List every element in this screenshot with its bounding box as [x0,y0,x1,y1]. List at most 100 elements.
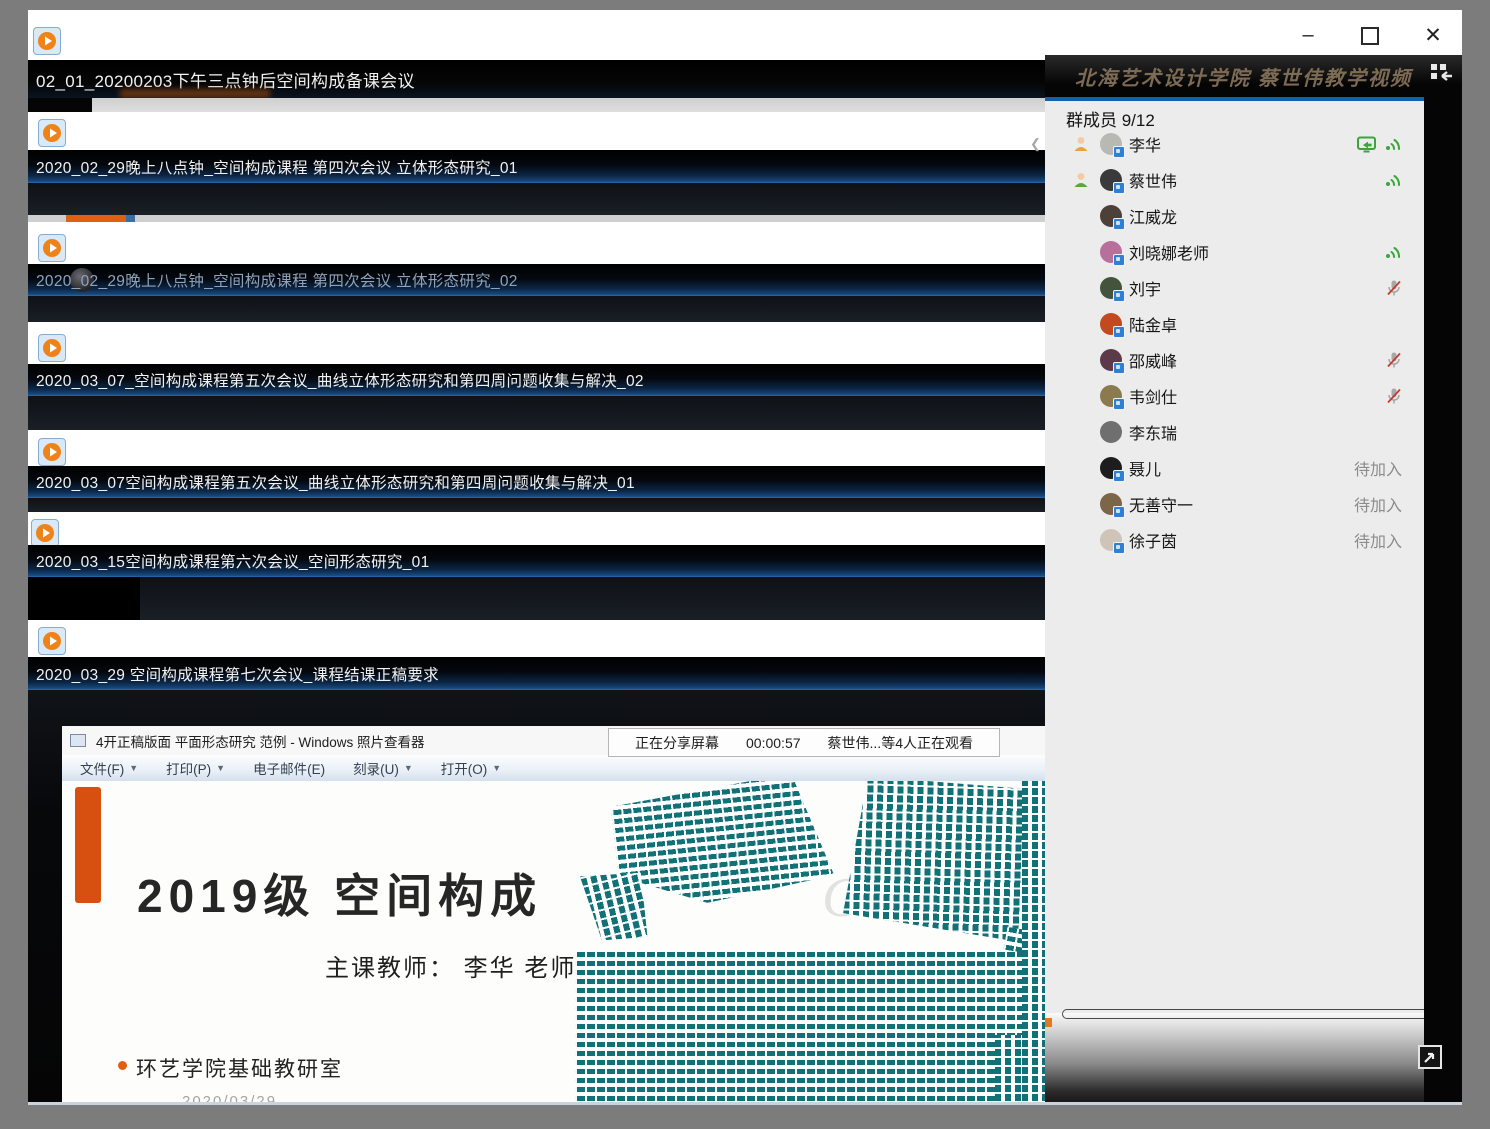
member-row[interactable]: 韦剑仕 [1045,378,1424,414]
member-row[interactable]: 陆金卓 [1045,306,1424,342]
play-icon[interactable] [33,27,61,55]
video-title: 2020_03_29 空间构成课程第七次会议_课程结课正稿要求 [36,663,439,685]
share-timer: 00:00:57 [746,735,801,751]
online-badge [1113,182,1125,194]
member-count-header: 群成员 9/12 [1045,101,1424,126]
map-graphic [1022,781,1045,1103]
play-icon[interactable] [38,438,66,466]
play-icon[interactable] [31,519,59,547]
share-status-label: 正在分享屏幕 [635,733,719,753]
play-glyph-icon [42,338,62,358]
play-icon[interactable] [38,234,66,262]
member-name: 聂儿 [1129,456,1161,480]
member-row[interactable]: 徐子茵 待加入 [1045,522,1424,558]
panel-right-strip [1424,97,1462,1105]
expand-window-icon[interactable] [1418,1045,1442,1069]
play-glyph-icon [42,238,62,258]
audio-on-icon[interactable] [1384,243,1402,261]
member-name: 刘宇 [1129,276,1161,300]
member-name: 蔡世伟 [1129,168,1177,192]
chevron-down-icon: ▼ [404,763,413,773]
video-title: 2020_02_29晚上八点钟_空间构成课程 第四次会议 立体形态研究_01 [36,156,518,178]
avatar [1100,457,1122,479]
online-badge [1113,362,1125,374]
video-frame-smudge [120,89,270,98]
video-title: 2020_03_15空间构成课程第六次会议_空间形态研究_01 [36,550,430,572]
video-window-titlebar[interactable]: 2020_02_29晚上八点钟_空间构成课程 第四次会议 立体形态研究_02 [28,264,1053,296]
member-row[interactable]: 江威龙 [1045,198,1424,234]
video-window-titlebar[interactable]: 2020_03_07空间构成课程第五次会议_曲线立体形态研究和第四周问题收集与解… [28,466,1053,498]
video-area [28,498,1045,512]
menu-burn[interactable]: 刻录(U) ▼ [353,758,413,778]
online-badge [1113,254,1125,266]
slide-bullet-text: 环艺学院基础教研室 [136,1053,343,1083]
play-icon[interactable] [38,627,66,655]
menu-print[interactable]: 打印(P) ▼ [166,758,225,778]
member-name: 陆金卓 [1129,312,1177,336]
avatar [1100,421,1122,443]
avatar [1100,313,1122,335]
member-list-panel: 群成员 9/12 李华 蔡世伟 [1045,101,1424,1013]
panel-orange-marker [1045,1018,1052,1027]
video-window-titlebar[interactable]: 02_01_20200203下午三点钟后空间构成备课会议 [28,60,1053,98]
menu-file[interactable]: 文件(F) ▼ [80,758,138,778]
video-window-titlebar[interactable]: 2020_03_15空间构成课程第六次会议_空间形态研究_01 [28,545,1053,577]
screen-share-status-bar: 正在分享屏幕 00:00:57 蔡世伟...等4人正在观看 [608,728,1000,757]
mic-muted-icon[interactable] [1386,279,1402,297]
player-seek-bar[interactable] [1062,1009,1453,1019]
member-name: 刘晓娜老师 [1129,240,1209,264]
video-progress-bar[interactable] [28,215,1045,222]
member-name: 无善守一 [1129,492,1193,516]
panel-collapse-arrow-icon[interactable]: ❮ [1030,136,1041,152]
member-name: 邵威峰 [1129,348,1177,372]
panel-footer [1045,1013,1424,1105]
member-name: 李东瑞 [1129,420,1177,444]
video-window-titlebar[interactable]: 2020_02_29晚上八点钟_空间构成课程 第四次会议 立体形态研究_01 [28,150,1053,183]
minimize-button[interactable]: – [1292,24,1324,46]
window-bottom-edge [28,1102,1462,1105]
member-row[interactable]: 刘宇 [1045,270,1424,306]
play-icon[interactable] [38,119,66,147]
member-row[interactable]: 邵威峰 [1045,342,1424,378]
slide-teacher: 主课教师： 李华 老师 [325,948,576,983]
video-title: 2020_03_07空间构成课程第五次会议_曲线立体形态研究和第四周问题收集与解… [36,471,635,493]
progress-played-segment [66,215,126,222]
member-row[interactable]: 李华 [1045,126,1424,162]
map-graphic [575,952,1045,1103]
slide-accent-bar [75,787,101,903]
video-title: 2020_03_07_空间构成课程第五次会议_曲线立体形态研究和第四周问题收集与… [36,369,644,391]
close-button[interactable]: ✕ [1420,22,1446,48]
screen-share-icon[interactable] [1357,136,1378,153]
video-title: 02_01_20200203下午三点钟后空间构成备课会议 [36,67,415,92]
online-badge [1113,218,1125,230]
video-window-titlebar[interactable]: 2020_03_29 空间构成课程第七次会议_课程结课正稿要求 [28,657,1053,690]
audio-on-icon[interactable] [1384,171,1402,189]
online-badge [1113,326,1125,338]
chevron-down-icon: ▼ [129,763,138,773]
mic-muted-icon[interactable] [1386,387,1402,405]
menu-open[interactable]: 打开(O) ▼ [441,758,501,778]
mic-muted-icon[interactable] [1386,351,1402,369]
video-area [28,183,1045,215]
chevron-down-icon: ▼ [216,763,225,773]
progress-handle[interactable] [126,215,135,222]
audio-on-icon[interactable] [1384,135,1402,153]
video-watermark-text: 北海艺术设计学院 蔡世伟教学视频 [1075,62,1412,91]
member-name: 韦剑仕 [1129,384,1177,408]
member-row[interactable]: 李东瑞 [1045,414,1424,450]
avatar [1100,277,1122,299]
video-window-titlebar[interactable]: 2020_03_07_空间构成课程第五次会议_曲线立体形态研究和第四周问题收集与… [28,364,1053,396]
play-icon[interactable] [38,334,66,362]
waiting-to-join-label: 待加入 [1354,456,1402,480]
maximize-button[interactable] [1361,27,1379,45]
member-row[interactable]: 刘晓娜老师 [1045,234,1424,270]
layout-grid-icon[interactable] [1430,63,1454,83]
member-row[interactable]: 蔡世伟 [1045,162,1424,198]
online-badge [1113,290,1125,302]
online-badge [1113,398,1125,410]
member-name: 李华 [1129,132,1161,156]
member-row[interactable]: 无善守一 待加入 [1045,486,1424,522]
member-row[interactable]: 聂儿 待加入 [1045,450,1424,486]
menu-email[interactable]: 电子邮件(E) [253,758,325,778]
video-area [28,296,1045,322]
